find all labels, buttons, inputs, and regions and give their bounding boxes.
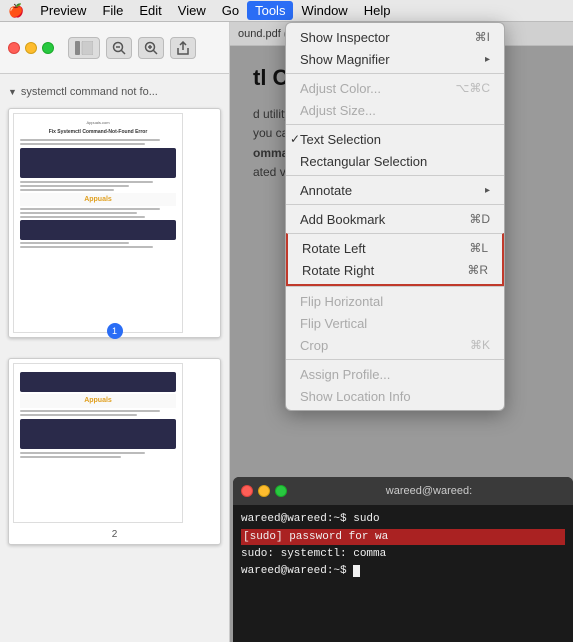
zoom-out-button[interactable]	[106, 37, 132, 59]
thumbnail-image-1: Appuals.com Fix Systemctl Command-Not-Fo…	[13, 113, 183, 333]
rectangular-selection-label: Rectangular Selection	[300, 154, 490, 169]
sidebar-toggle-button[interactable]	[68, 37, 100, 59]
flip-vertical-item: Flip Vertical	[286, 312, 504, 334]
assign-profile-label: Assign Profile...	[300, 367, 490, 382]
rotate-section: Rotate Left ⌘L Rotate Right ⌘R	[286, 233, 504, 286]
flip-vertical-label: Flip Vertical	[300, 316, 490, 331]
menu-file[interactable]: File	[94, 1, 131, 20]
share-button[interactable]	[170, 37, 196, 59]
terminal-title: wareed@wareed:	[293, 485, 565, 497]
show-magnifier-label: Show Magnifier	[300, 52, 477, 67]
add-bookmark-shortcut: ⌘D	[469, 212, 490, 226]
menu-help[interactable]: Help	[356, 1, 399, 20]
show-location-info-label: Show Location Info	[300, 389, 490, 404]
terminal-line3: sudo: systemctl: comma	[241, 546, 565, 563]
terminal-line4: wareed@wareed:~$	[241, 563, 565, 580]
annotate-arrow: ▸	[485, 185, 490, 196]
terminal-body: wareed@wareed:~$ sudo [sudo] password fo…	[233, 505, 573, 585]
terminal-minimize[interactable]	[258, 485, 270, 497]
terminal-line2: [sudo] password for wa	[241, 529, 565, 546]
menu-preview[interactable]: Preview	[32, 1, 94, 20]
flip-horizontal-item: Flip Horizontal	[286, 290, 504, 312]
traffic-lights	[8, 42, 54, 54]
adjust-size-item: Adjust Size...	[286, 99, 504, 121]
menu-section-2: Adjust Color... ⌥⌘C Adjust Size...	[286, 73, 504, 124]
crop-item: Crop ⌘K	[286, 334, 504, 356]
adjust-size-label: Adjust Size...	[300, 103, 490, 118]
show-inspector-item[interactable]: Show Inspector ⌘I	[286, 26, 504, 48]
apple-menu[interactable]: 🍎	[0, 1, 32, 21]
annotate-label: Annotate	[300, 183, 485, 198]
show-location-info-item: Show Location Info	[286, 385, 504, 407]
terminal-titlebar: wareed@wareed:	[233, 477, 573, 505]
page-1-thumbnail[interactable]: Appuals.com Fix Systemctl Command-Not-Fo…	[8, 108, 221, 338]
menu-section-8: Assign Profile... Show Location Info	[286, 359, 504, 410]
assign-profile-item: Assign Profile...	[286, 363, 504, 385]
show-inspector-label: Show Inspector	[300, 30, 467, 45]
menu-section-5: Add Bookmark ⌘D	[286, 204, 504, 233]
terminal-maximize[interactable]	[275, 485, 287, 497]
terminal-traffic-lights	[241, 485, 287, 497]
adjust-color-label: Adjust Color...	[300, 81, 448, 96]
show-inspector-shortcut: ⌘I	[475, 30, 490, 44]
maximize-button[interactable]	[42, 42, 54, 54]
menu-section-4: Annotate ▸	[286, 175, 504, 204]
menu-tools[interactable]: Tools	[247, 1, 293, 20]
menu-section-7: Flip Horizontal Flip Vertical Crop ⌘K	[286, 286, 504, 359]
rotate-right-item[interactable]: Rotate Right ⌘R	[288, 259, 502, 281]
terminal-cursor	[353, 565, 360, 577]
menu-edit[interactable]: Edit	[131, 1, 169, 20]
text-selection-item[interactable]: Text Selection	[286, 128, 504, 150]
page-2-label: 2	[13, 529, 216, 540]
adjust-color-shortcut: ⌥⌘C	[456, 81, 491, 95]
rotate-left-label: Rotate Left	[302, 241, 461, 256]
zoom-in-button[interactable]	[138, 37, 164, 59]
add-bookmark-item[interactable]: Add Bookmark ⌘D	[286, 208, 504, 230]
crop-shortcut: ⌘K	[470, 338, 490, 352]
thumbnail-image-2: Appuals	[13, 363, 183, 523]
rectangular-selection-item[interactable]: Rectangular Selection	[286, 150, 504, 172]
close-button[interactable]	[8, 42, 20, 54]
tools-dropdown-menu[interactable]: Show Inspector ⌘I Show Magnifier ▸ Adjus…	[285, 22, 505, 411]
show-magnifier-arrow: ▸	[485, 54, 490, 65]
rotate-right-label: Rotate Right	[302, 263, 459, 278]
rotate-left-shortcut: ⌘L	[469, 241, 488, 255]
terminal-line1: wareed@wareed:~$ sudo	[241, 511, 565, 528]
toolbar	[0, 22, 229, 74]
adjust-color-item: Adjust Color... ⌥⌘C	[286, 77, 504, 99]
add-bookmark-label: Add Bookmark	[300, 212, 461, 227]
menu-section-3: Text Selection Rectangular Selection	[286, 124, 504, 175]
sidebar: ▼ systemctl command not fo... Appuals.co…	[0, 22, 230, 642]
menu-window[interactable]: Window	[293, 1, 355, 20]
page-1-badge: 1	[107, 323, 123, 339]
menu-bar: 🍎 Preview File Edit View Go Tools Window…	[0, 0, 573, 22]
rotate-right-shortcut: ⌘R	[467, 263, 488, 277]
page-2-thumbnail[interactable]: Appuals 2	[8, 358, 221, 545]
show-magnifier-item[interactable]: Show Magnifier ▸	[286, 48, 504, 70]
menu-go[interactable]: Go	[214, 1, 247, 20]
minimize-button[interactable]	[25, 42, 37, 54]
terminal-close[interactable]	[241, 485, 253, 497]
terminal-window: wareed@wareed: wareed@wareed:~$ sudo [su…	[233, 477, 573, 642]
rotate-left-item[interactable]: Rotate Left ⌘L	[288, 237, 502, 259]
menu-section-1: Show Inspector ⌘I Show Magnifier ▸	[286, 23, 504, 73]
flip-horizontal-label: Flip Horizontal	[300, 294, 490, 309]
text-selection-label: Text Selection	[300, 132, 490, 147]
menu-view[interactable]: View	[170, 1, 214, 20]
annotate-item[interactable]: Annotate ▸	[286, 179, 504, 201]
sidebar-content[interactable]: ▼ systemctl command not fo... Appuals.co…	[0, 74, 229, 642]
sidebar-document-title: ▼ systemctl command not fo...	[8, 82, 221, 102]
crop-label: Crop	[300, 338, 462, 353]
